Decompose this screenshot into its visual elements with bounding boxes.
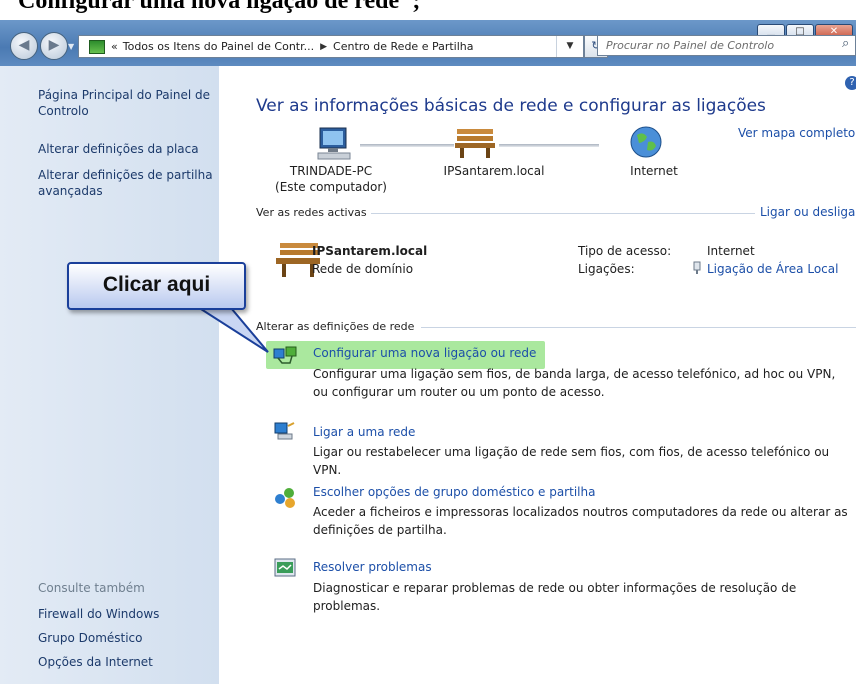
history-dropdown-icon[interactable]: ▼ [68, 42, 74, 51]
breadcrumb-chevron[interactable]: « [111, 40, 118, 53]
task-troubleshoot-link[interactable]: Resolver problemas [313, 560, 432, 574]
address-dropdown-icon[interactable]: ▼ [556, 36, 583, 57]
sidebar-link-homegroup[interactable]: Grupo Doméstico [38, 630, 143, 646]
task-connect-network-link[interactable]: Ligar a uma rede [313, 425, 415, 439]
task-setup-new-connection-link[interactable]: Configurar uma nova ligação ou rede [313, 346, 536, 360]
page-title: Ver as informações básicas de rede e con… [256, 96, 766, 116]
connect-network-icon [274, 422, 295, 440]
search-icon[interactable]: ⌕ [842, 36, 849, 51]
connection-line [499, 144, 599, 147]
connections-label: Ligações: [578, 262, 635, 276]
forward-button[interactable]: ▶ [40, 32, 68, 60]
node-label-internet: Internet [630, 164, 678, 178]
connect-disconnect-link[interactable]: Ligar ou desligar [760, 205, 856, 219]
sidebar-link-advanced-sharing[interactable]: Alterar definições de partilha avançadas [38, 167, 214, 199]
document-title: Configurar uma nova ligação de rede"; [18, 0, 421, 14]
active-networks-heading: Ver as redes activas [256, 206, 367, 219]
task-homegroup-link[interactable]: Escolher opções de grupo doméstico e par… [313, 485, 595, 499]
node-sublabel-computer: (Este computador) [275, 180, 387, 194]
access-type-label: Tipo de acesso: [578, 244, 672, 258]
search-input[interactable]: Procurar no Painel de Controlo [597, 35, 856, 56]
help-icon[interactable]: ? [845, 76, 856, 90]
local-area-connection-link[interactable]: Ligação de Área Local [707, 262, 838, 276]
task-homegroup-desc: Aceder a ficheiros e impressoras localiz… [313, 505, 848, 537]
active-network-name: IPSantarem.local [312, 244, 428, 258]
view-full-map-link[interactable]: Ver mapa completo [738, 126, 855, 140]
control-panel-icon [89, 39, 105, 54]
section-divider [371, 213, 755, 214]
new-connection-icon [273, 346, 297, 364]
back-button[interactable]: ◀ [10, 32, 38, 60]
computer-icon [317, 127, 351, 160]
breadcrumb-network-center[interactable]: Centro de Rede e Partilha [333, 40, 473, 53]
see-also-heading: Consulte também [38, 581, 145, 595]
callout-label: Clicar aqui [67, 262, 246, 310]
connection-line [360, 144, 454, 147]
node-label-domain[interactable]: IPSantarem.local [430, 164, 558, 178]
address-bar[interactable]: « Todos os Itens do Painel de Contr... ▶… [78, 35, 584, 58]
globe-icon [630, 126, 662, 158]
breadcrumb-separator[interactable]: ▶ [320, 42, 327, 52]
task-connect-network-desc: Ligar ou restabelecer uma ligação de red… [313, 445, 830, 477]
task-troubleshoot-desc: Diagnosticar e reparar problemas de rede… [313, 581, 797, 613]
troubleshoot-icon [274, 558, 296, 577]
task-setup-new-connection-desc: Configurar uma ligação sem fios, de band… [313, 367, 836, 399]
sidebar-link-firewall[interactable]: Firewall do Windows [38, 606, 159, 622]
sidebar-link-adapter-settings[interactable]: Alterar definições da placa [38, 141, 214, 157]
access-type-value: Internet [707, 244, 755, 258]
sidebar-link-internet-options[interactable]: Opções da Internet [38, 654, 153, 670]
section-divider [421, 327, 856, 328]
homegroup-icon [275, 488, 295, 508]
ethernet-plug-icon [693, 261, 701, 274]
bench-network-icon [455, 129, 495, 158]
breadcrumb-all-items[interactable]: Todos os Itens do Painel de Contr... [123, 40, 314, 53]
change-settings-heading: Alterar as definições de rede [256, 320, 415, 333]
active-network-type[interactable]: Rede de domínio [312, 262, 413, 276]
node-label-computer: TRINDADE-PC [289, 164, 373, 178]
sidebar-link-control-panel-home[interactable]: Página Principal do Painel de Controlo [38, 87, 214, 119]
